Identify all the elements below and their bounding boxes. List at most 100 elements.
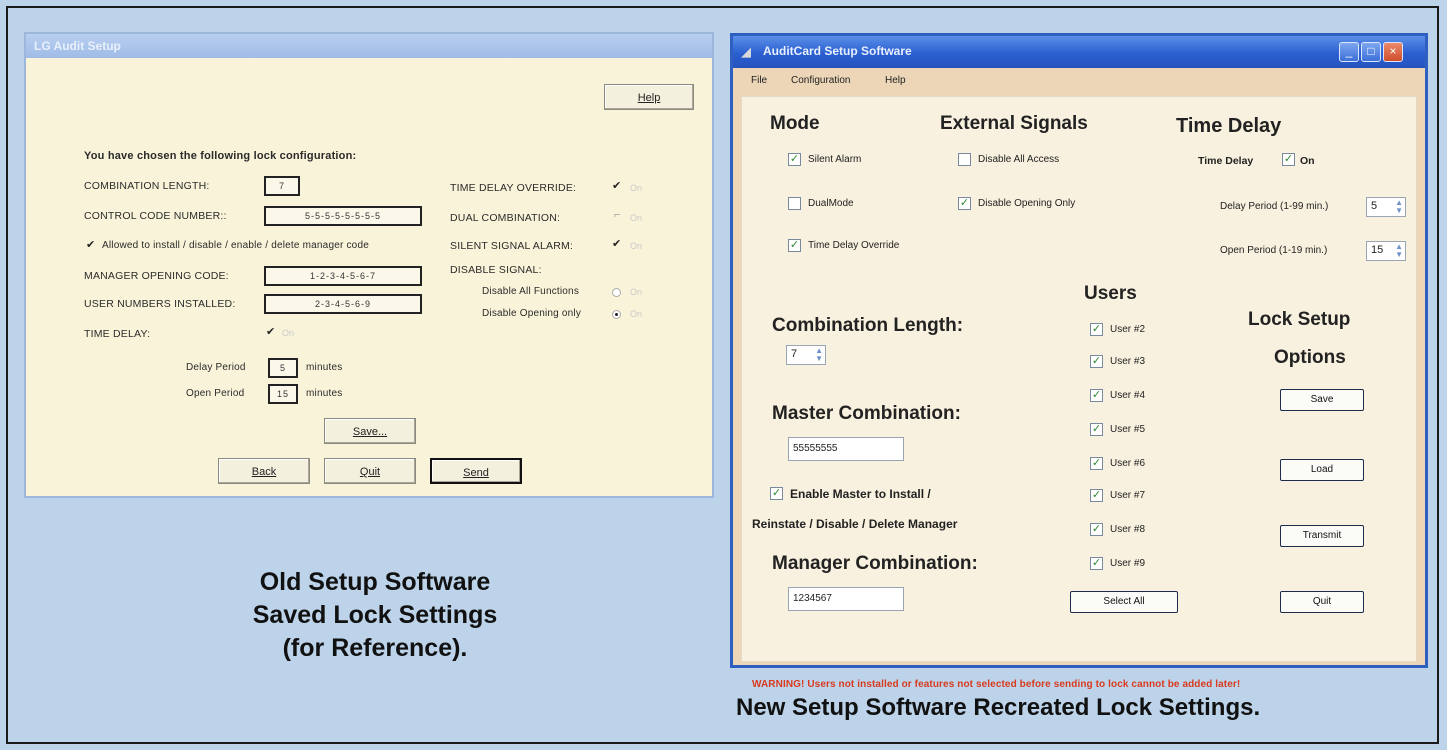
time-delay-on-checkbox[interactable]: ✓ — [1282, 153, 1295, 166]
time-delay-heading: Time Delay — [1176, 115, 1282, 137]
dual-mode-checkbox[interactable] — [788, 197, 801, 210]
control-code-field: 5-5-5-5-5-5-5-5 — [264, 206, 422, 226]
select-all-button[interactable]: Select All — [1070, 591, 1178, 613]
save-button[interactable]: Save... — [324, 418, 416, 444]
tdo-checkmark-icon: ✔ — [612, 180, 622, 192]
transmit-button[interactable]: Transmit — [1280, 525, 1364, 547]
user-8-checkbox[interactable]: ✓ — [1090, 523, 1103, 536]
quit-button[interactable]: Quit — [324, 458, 416, 484]
save-button[interactable]: Save — [1280, 389, 1364, 411]
maximize-icon[interactable]: □ — [1361, 42, 1381, 62]
caption-old-line2: Saved Lock Settings — [252, 601, 498, 629]
enable-master-checkbox[interactable]: ✓ — [770, 487, 783, 500]
disable-all-functions-label: Disable All Functions — [482, 286, 580, 297]
disable-all-access-label: Disable All Access — [978, 154, 1060, 165]
silent-alarm-label: Silent Alarm — [808, 154, 862, 165]
user-6-checkbox[interactable]: ✓ — [1090, 457, 1103, 470]
dual-unchecked-icon: ⌐ — [614, 209, 621, 221]
config-heading: You have chosen the following lock confi… — [84, 150, 357, 162]
new-window-title: AuditCard Setup Software — [763, 44, 912, 58]
app-icon: ◢ — [741, 44, 751, 59]
user-2-checkbox[interactable]: ✓ — [1090, 323, 1103, 336]
lock-setup-heading-line1: Lock Setup — [1248, 309, 1351, 330]
manager-code-label: MANAGER OPENING CODE: — [84, 270, 229, 282]
user-3-label: User #3 — [1110, 356, 1146, 367]
user-4-checkbox[interactable]: ✓ — [1090, 389, 1103, 402]
user-5-checkbox[interactable]: ✓ — [1090, 423, 1103, 436]
old-setup-window: LG Audit Setup Help You have chosen the … — [24, 32, 714, 498]
new-titlebar: ◢ AuditCard Setup Software _ □ × — [733, 36, 1425, 68]
back-button[interactable]: Back — [218, 458, 310, 484]
disable-opening-radio[interactable] — [612, 310, 621, 319]
disable-opening-on: On — [630, 309, 643, 319]
caption-old-line3: (for Reference). — [282, 634, 468, 662]
dual-mode-label: DualMode — [808, 198, 854, 209]
caption-new: New Setup Software Recreated Lock Settin… — [736, 694, 1261, 721]
user-9-checkbox[interactable]: ✓ — [1090, 557, 1103, 570]
user-6-label: User #6 — [1110, 458, 1146, 469]
disable-signal-label: DISABLE SIGNAL: — [450, 264, 542, 276]
open-period-label: Open Period (1-19 min.) — [1220, 245, 1328, 256]
spinner-arrows-icon[interactable]: ▲ ▼ — [1395, 243, 1403, 259]
user-2-label: User #2 — [1110, 324, 1146, 335]
settings-panel: Mode External Signals Time Delay ✓ Silen… — [741, 96, 1417, 690]
load-button[interactable]: Load — [1280, 459, 1364, 481]
user-7-label: User #7 — [1110, 490, 1146, 501]
user-7-checkbox[interactable]: ✓ — [1090, 489, 1103, 502]
combination-length-spinner[interactable]: 7 ▲ ▼ — [786, 345, 826, 365]
users-installed-label: USER NUMBERS INSTALLED: — [84, 298, 236, 310]
open-period-field: 15 — [268, 384, 298, 404]
manager-combination-heading: Manager Combination: — [772, 553, 978, 574]
user-9-label: User #9 — [1110, 558, 1146, 569]
minimize-icon[interactable]: _ — [1339, 42, 1359, 62]
combination-length-heading: Combination Length: — [772, 315, 964, 336]
disable-all-on: On — [630, 287, 643, 297]
spinner-arrows-icon[interactable]: ▲ ▼ — [815, 347, 823, 363]
delay-period-field: 5 — [268, 358, 298, 378]
send-button[interactable]: Send — [430, 458, 522, 484]
close-icon[interactable]: × — [1383, 42, 1403, 62]
spinner-arrows-icon[interactable]: ▲ ▼ — [1395, 199, 1403, 215]
time-delay-label: TIME DELAY: — [84, 328, 151, 340]
silent-on: On — [630, 241, 643, 251]
manager-combination-input[interactable]: 1234567 — [788, 587, 904, 611]
open-period-spinner[interactable]: 15 ▲ ▼ — [1366, 241, 1406, 261]
quit-button[interactable]: Quit — [1280, 591, 1364, 613]
open-period-value: 15 — [1371, 244, 1384, 256]
time-delay-override-label: Time Delay Override — [808, 240, 900, 251]
control-code-label: CONTROL CODE NUMBER:: — [84, 210, 227, 222]
caption-old: Old Setup Software Saved Lock Settings (… — [160, 566, 590, 665]
menu-help[interactable]: Help — [885, 75, 906, 86]
caption-old-line1: Old Setup Software — [259, 568, 491, 596]
delay-minutes: minutes — [306, 362, 343, 373]
external-signals-heading: External Signals — [940, 113, 1088, 134]
enable-master-label-line2: Reinstate / Disable / Delete Manager — [752, 517, 958, 531]
tdo-on: On — [630, 183, 643, 193]
master-combination-input[interactable]: 55555555 — [788, 437, 904, 461]
time-delay-override-checkbox[interactable]: ✓ — [788, 239, 801, 252]
time-delay-on-label: On — [1300, 155, 1315, 167]
silent-alarm-label: SILENT SIGNAL ALARM: — [450, 240, 574, 252]
mode-heading: Mode — [770, 113, 820, 134]
disable-opening-only-label: Disable Opening Only — [978, 198, 1076, 209]
user-8-label: User #8 — [1110, 524, 1146, 535]
disable-all-access-checkbox[interactable] — [958, 153, 971, 166]
silent-alarm-checkbox[interactable]: ✓ — [788, 153, 801, 166]
disable-opening-only-checkbox[interactable]: ✓ — [958, 197, 971, 210]
user-5-label: User #5 — [1110, 424, 1146, 435]
warning-message: WARNING! Users not installed or features… — [752, 679, 1241, 690]
delay-period-spinner[interactable]: 5 ▲ ▼ — [1366, 197, 1406, 217]
allowed-checkmark-icon: ✔ — [86, 239, 96, 251]
menu-file[interactable]: File — [751, 75, 767, 86]
delay-period-label: Delay Period — [186, 362, 246, 373]
time-delay-label: Time Delay — [1198, 155, 1254, 167]
lock-setup-heading-line2: Options — [1274, 347, 1346, 368]
dual-combination-label: DUAL COMBINATION: — [450, 212, 561, 224]
help-button[interactable]: Help — [604, 84, 694, 110]
master-combination-heading: Master Combination: — [772, 403, 961, 424]
disable-all-radio[interactable] — [612, 288, 621, 297]
users-heading: Users — [1084, 283, 1137, 304]
user-3-checkbox[interactable]: ✓ — [1090, 355, 1103, 368]
disable-opening-only-label: Disable Opening only — [482, 308, 582, 319]
menu-configuration[interactable]: Configuration — [791, 75, 850, 86]
